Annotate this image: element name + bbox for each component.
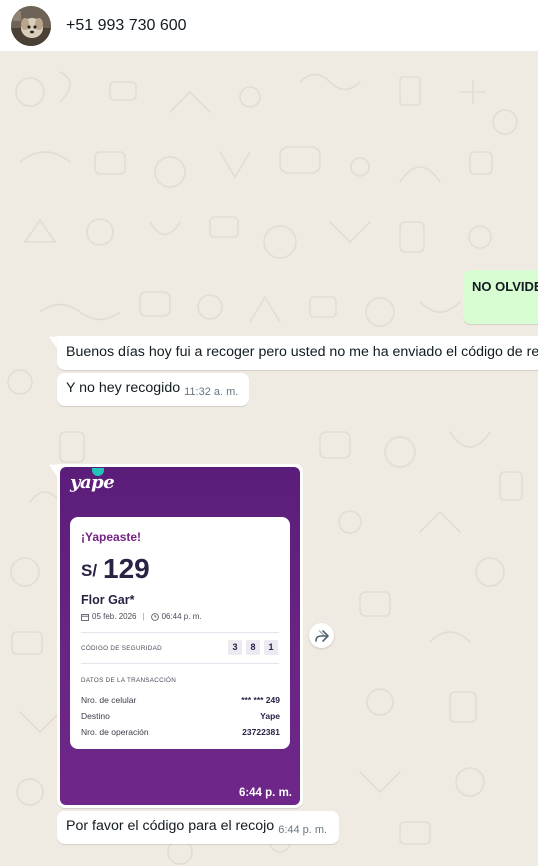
image-message[interactable]: yape ¡Yapeaste! S/ 129 Flor Gar* 05 feb.… bbox=[57, 464, 303, 808]
receipt-hour: 06:44 p. m. bbox=[161, 612, 202, 621]
bubble-tail bbox=[49, 464, 57, 477]
message-time: 6:44 p. m. bbox=[278, 824, 328, 836]
security-digit: 8 bbox=[246, 640, 260, 655]
calendar-icon bbox=[81, 613, 89, 621]
bubble-tail bbox=[49, 336, 57, 349]
clock-icon bbox=[150, 612, 159, 621]
receipt-date: 05 feb. 2026 bbox=[92, 612, 137, 621]
receipt-card: ¡Yapeaste! S/ 129 Flor Gar* 05 feb. 2026… bbox=[70, 517, 290, 749]
security-code-label: CÓDIGO DE SEGURIDAD bbox=[81, 645, 162, 652]
receipt-recipient: Flor Gar* bbox=[81, 593, 135, 607]
detail-label: Destino bbox=[81, 711, 110, 721]
image-time: 6:44 p. m. bbox=[238, 787, 292, 799]
yape-logo: yape bbox=[70, 468, 115, 493]
receipt-datetime: 05 feb. 2026 | 06:44 p. m. bbox=[81, 612, 202, 621]
receipt-currency: S/ bbox=[81, 561, 98, 580]
forward-icon bbox=[314, 629, 329, 642]
receipt-title: ¡Yapeaste! bbox=[81, 530, 142, 544]
message-text: Y no hey recogido bbox=[66, 380, 181, 396]
incoming-message[interactable]: Buenos días hoy fui a recoger pero usted… bbox=[57, 336, 538, 370]
message-text: Por favor el código para el recojo bbox=[66, 818, 275, 834]
detail-label: Nro. de operación bbox=[81, 727, 149, 737]
security-digit: 1 bbox=[264, 640, 278, 655]
receipt-separator: | bbox=[142, 612, 145, 621]
transaction-details-label: DATOS DE LA TRANSACCIÓN bbox=[81, 677, 177, 684]
divider bbox=[81, 632, 279, 633]
detail-label: Nro. de celular bbox=[81, 695, 137, 705]
chat-header[interactable]: +51 993 730 600 bbox=[0, 0, 538, 52]
detail-value: *** *** 249 bbox=[241, 695, 280, 705]
yape-logo-text: yape bbox=[70, 472, 115, 493]
detail-value: 23722381 bbox=[242, 727, 280, 737]
detail-value: Yape bbox=[260, 711, 280, 721]
contact-name[interactable]: +51 993 730 600 bbox=[66, 17, 187, 35]
contact-avatar[interactable] bbox=[11, 5, 51, 46]
security-digit: 3 bbox=[228, 640, 242, 655]
yape-receipt-image[interactable]: yape ¡Yapeaste! S/ 129 Flor Gar* 05 feb.… bbox=[60, 467, 300, 805]
forward-button[interactable] bbox=[309, 623, 334, 648]
incoming-message[interactable]: Por favor el código para el recojo 6:44 p… bbox=[57, 811, 339, 844]
message-text: Buenos días hoy fui a recoger pero usted… bbox=[66, 344, 538, 360]
outgoing-message[interactable]: NO OLVIDE bbox=[463, 270, 538, 324]
message-time: 11:32 a. m. bbox=[184, 386, 239, 398]
incoming-message[interactable]: Y no hey recogido 11:32 a. m. bbox=[57, 373, 249, 406]
message-text: NO OLVIDE bbox=[472, 279, 538, 294]
receipt-amount: 129 bbox=[103, 553, 150, 584]
divider bbox=[81, 663, 279, 664]
